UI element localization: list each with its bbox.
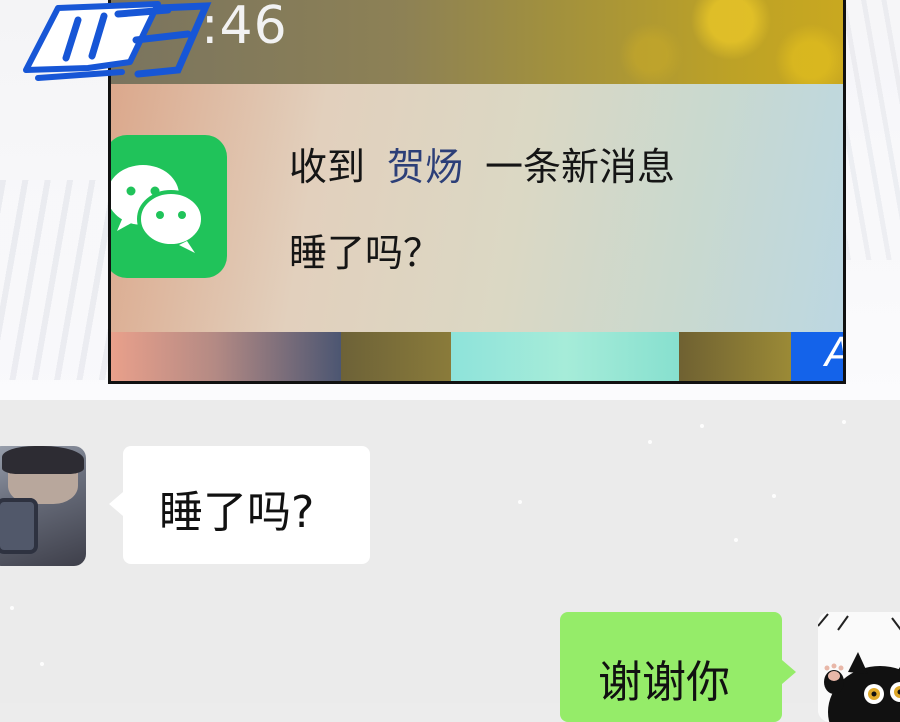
- black-cat-icon: [818, 612, 900, 722]
- wallpaper-gap: [341, 332, 451, 384]
- wechat-notification-banner[interactable]: 收到贺炀一条新消息 睡了吗？: [111, 84, 846, 332]
- sparkle-decoration: [734, 538, 738, 542]
- outgoing-message-text: 谢谢你: [598, 646, 730, 710]
- phone-icon: [0, 498, 38, 554]
- app-glyph-icon: A: [825, 330, 846, 376]
- sparkle-decoration: [700, 424, 704, 428]
- wechat-icon: [108, 135, 227, 278]
- notification-title: 收到贺炀一条新消息: [289, 136, 675, 191]
- incoming-message-bubble[interactable]: 睡了吗?: [123, 446, 370, 564]
- avatar-hair: [2, 446, 84, 474]
- sparkle-decoration: [648, 440, 652, 444]
- outgoing-message-bubble[interactable]: 谢谢你: [560, 612, 782, 722]
- incoming-message-text: 睡了吗?: [159, 476, 314, 540]
- notification-sender-name: 贺炀: [387, 145, 463, 189]
- notification-message-preview: 睡了吗？: [289, 222, 441, 277]
- comic-logo-scribble-icon: [18, 0, 228, 85]
- contact-avatar[interactable]: [0, 446, 86, 566]
- self-avatar[interactable]: [818, 612, 900, 722]
- app-icon-partial[interactable]: [111, 332, 341, 384]
- notification-title-suffix: 一条新消息: [485, 145, 675, 189]
- sparkle-decoration: [842, 420, 846, 424]
- home-screen-app-strip: A: [111, 332, 846, 384]
- sparkle-decoration: [772, 494, 776, 498]
- notification-title-prefix: 收到: [289, 145, 365, 189]
- wallpaper-gap: [679, 332, 791, 384]
- sparkle-decoration: [10, 606, 14, 610]
- chat-panel: 睡了吗? 谢谢你: [0, 400, 900, 703]
- app-icon-partial[interactable]: A: [791, 332, 846, 384]
- sparkle-decoration: [518, 500, 522, 504]
- sparkle-decoration: [40, 662, 44, 666]
- app-icon-partial[interactable]: [451, 332, 679, 384]
